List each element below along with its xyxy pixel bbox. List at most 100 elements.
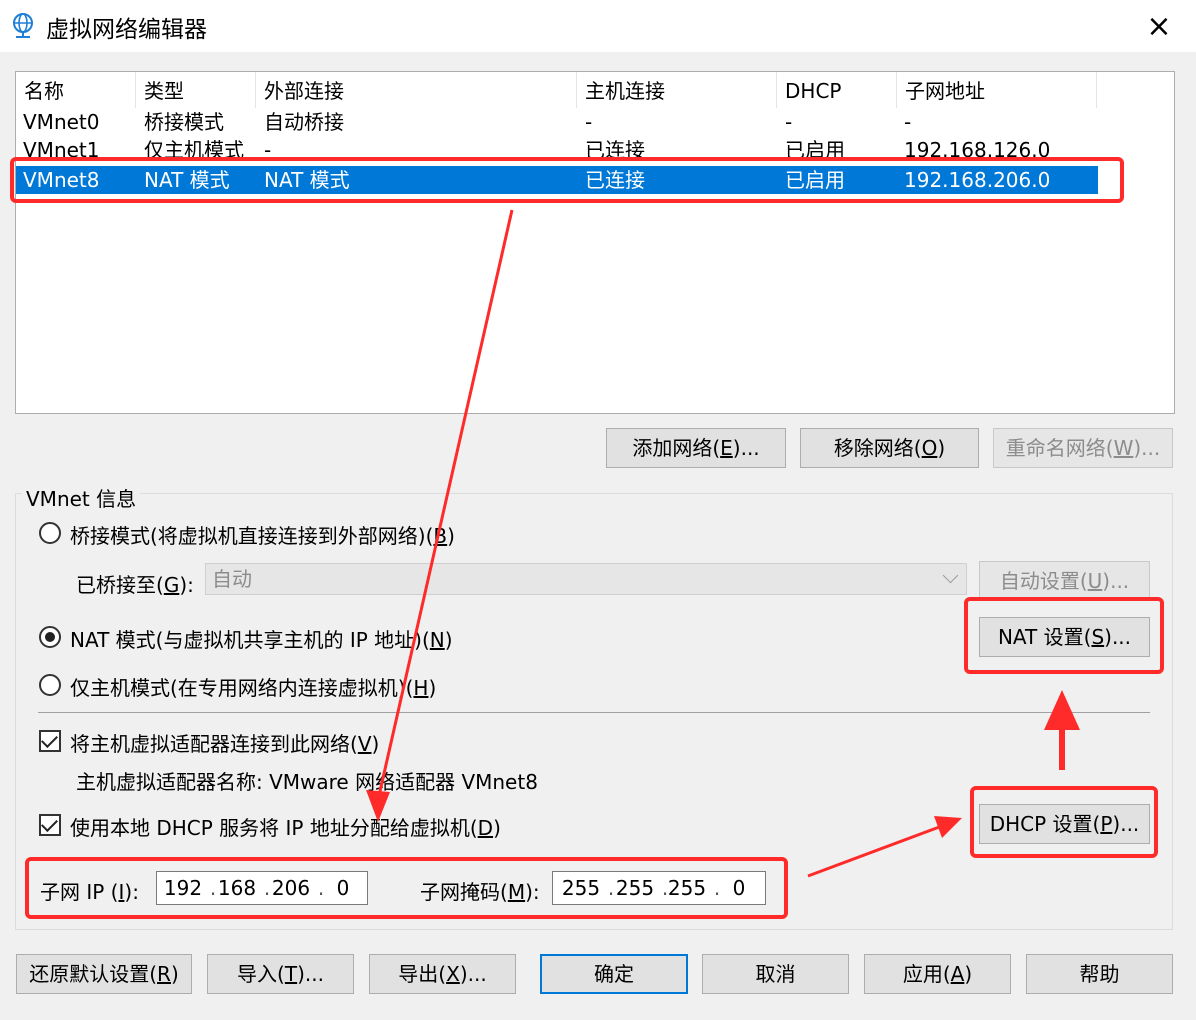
- host-only-radio[interactable]: [39, 674, 61, 696]
- subnet-ip-label: 子网 IP (I):: [40, 876, 139, 905]
- rename-network-button[interactable]: 重命名网络(W)...: [993, 428, 1173, 468]
- access-key: W: [1113, 436, 1134, 460]
- button-text-tail: )...: [732, 436, 760, 460]
- bridged-to-select[interactable]: 自动: [205, 563, 967, 595]
- cell-name: VMnet8: [23, 168, 100, 192]
- button-text-tail: ): [170, 962, 179, 986]
- use-dhcp-checkbox[interactable]: [39, 814, 61, 836]
- column-header-external[interactable]: 外部连接: [256, 72, 577, 108]
- cell-subnet: 192.168.126.0: [904, 138, 1051, 162]
- button-text-tail: )...: [297, 962, 324, 986]
- close-icon[interactable]: ×: [1136, 6, 1182, 46]
- label-tail: ): [493, 816, 501, 840]
- subnet-mask-label: 子网掩码(M):: [420, 876, 540, 905]
- nat-label[interactable]: NAT 模式(与虚拟机共享主机的 IP 地址)(N): [70, 624, 453, 653]
- label-text: 仅主机模式(在专用网络内连接虚拟机)(: [70, 676, 414, 700]
- button-text: 导入(: [237, 962, 285, 986]
- bridged-radio[interactable]: [39, 522, 61, 544]
- cell-host: -: [585, 110, 593, 134]
- column-header-dhcp[interactable]: DHCP: [777, 72, 897, 108]
- subnet-ip-input[interactable]: 192 . 168 . 206 . 0: [156, 871, 368, 905]
- cell-dhcp: 已启用: [785, 168, 845, 192]
- nat-radio[interactable]: [39, 626, 61, 648]
- access-key: A: [950, 962, 965, 986]
- access-key: P: [1100, 812, 1113, 836]
- cell-dhcp: 已启用: [785, 138, 845, 162]
- import-button[interactable]: 导入(T)...: [207, 954, 354, 994]
- ip-octet[interactable]: 255: [611, 872, 659, 904]
- check-icon: [41, 815, 58, 832]
- ip-octet[interactable]: 192: [159, 872, 207, 904]
- table-row[interactable]: VMnet1 仅主机模式 - 已连接 已启用 192.168.126.0: [16, 136, 1098, 164]
- button-text: 添加网络(: [632, 436, 721, 460]
- button-text: 还原默认设置(: [29, 962, 158, 986]
- access-key: R: [157, 962, 171, 986]
- cancel-button[interactable]: 取消: [702, 954, 849, 994]
- network-list[interactable]: 名称 类型 外部连接 主机连接 DHCP 子网地址 VMnet0 桥接模式 自动…: [15, 71, 1175, 414]
- ip-octet[interactable]: 0: [319, 872, 367, 904]
- label-text: 子网掩码(: [420, 880, 508, 904]
- separator: [38, 712, 1150, 713]
- label-tail: ):: [124, 880, 139, 904]
- apply-button[interactable]: 应用(A): [864, 954, 1011, 994]
- bridged-label[interactable]: 桥接模式(将虚拟机直接连接到外部网络)(B): [70, 520, 455, 549]
- label-text: 已桥接至(: [76, 573, 164, 597]
- bridged-to-label: 已桥接至(G):: [76, 569, 194, 598]
- table-row[interactable]: VMnet0 桥接模式 自动桥接 - - -: [16, 108, 1098, 136]
- cell-external: -: [264, 138, 272, 162]
- export-button[interactable]: 导出(X)...: [369, 954, 516, 994]
- connect-adapter-label[interactable]: 将主机虚拟适配器连接到此网络(V): [70, 728, 379, 757]
- label-tail: ): [371, 732, 380, 756]
- cell-external: 自动桥接: [264, 110, 344, 134]
- table-row-selected[interactable]: VMnet8 NAT 模式 NAT 模式 已连接 已启用 192.168.206…: [16, 166, 1098, 194]
- ip-octet[interactable]: 255: [557, 872, 605, 904]
- cell-type: NAT 模式: [144, 168, 230, 192]
- group-label: VMnet 信息: [22, 483, 141, 512]
- access-key: G: [163, 573, 180, 597]
- button-text: 重命名网络(: [1005, 436, 1114, 460]
- host-only-label[interactable]: 仅主机模式(在专用网络内连接虚拟机)(H): [70, 672, 436, 701]
- adapter-name-text: 主机虚拟适配器名称: VMware 网络适配器 VMnet8: [76, 770, 538, 794]
- auto-settings-button[interactable]: 自动设置(U)...: [979, 561, 1150, 601]
- button-text-tail: )...: [1102, 569, 1130, 593]
- column-header-host[interactable]: 主机连接: [577, 72, 777, 108]
- button-text-tail: ): [937, 436, 946, 460]
- subnet-mask-input[interactable]: 255 . 255 . 255 . 0: [552, 871, 766, 905]
- access-key: V: [357, 732, 372, 756]
- ip-octet[interactable]: 168: [213, 872, 261, 904]
- cell-subnet: -: [904, 110, 912, 134]
- button-text: NAT 设置(: [997, 625, 1092, 649]
- selected-value: 自动: [212, 567, 252, 591]
- label-text: 桥接模式(将虚拟机直接连接到外部网络)(: [70, 524, 434, 548]
- cell-name: VMnet1: [23, 138, 100, 162]
- cell-host: 已连接: [585, 138, 645, 162]
- check-icon: [41, 731, 58, 748]
- nat-settings-button[interactable]: NAT 设置(S)...: [979, 617, 1150, 657]
- cell-dhcp: -: [785, 110, 793, 134]
- label-text: 子网 IP (: [40, 880, 119, 904]
- label-tail: ): [444, 628, 453, 652]
- column-header-type[interactable]: 类型: [136, 72, 256, 108]
- ok-button[interactable]: 确定: [540, 954, 688, 994]
- ip-octet[interactable]: 0: [715, 872, 763, 904]
- column-header-subnet[interactable]: 子网地址: [897, 72, 1097, 108]
- button-text-tail: )...: [1112, 812, 1140, 836]
- access-key: U: [1087, 569, 1103, 593]
- help-button[interactable]: 帮助: [1026, 954, 1173, 994]
- access-key: S: [1091, 625, 1105, 649]
- remove-network-button[interactable]: 移除网络(O): [800, 428, 979, 468]
- ip-octet[interactable]: 206: [267, 872, 315, 904]
- dhcp-settings-button[interactable]: DHCP 设置(P)...: [979, 804, 1150, 844]
- access-key: M: [507, 880, 526, 904]
- restore-defaults-button[interactable]: 还原默认设置(R): [16, 954, 192, 994]
- access-key: H: [413, 676, 429, 700]
- ip-octet[interactable]: 255: [663, 872, 711, 904]
- access-key: N: [429, 628, 445, 652]
- add-network-button[interactable]: 添加网络(E)...: [606, 428, 786, 468]
- cell-external: NAT 模式: [264, 168, 350, 192]
- title-bar: 虚拟网络编辑器 ×: [0, 0, 1196, 52]
- connect-adapter-checkbox[interactable]: [39, 730, 61, 752]
- use-dhcp-label[interactable]: 使用本地 DHCP 服务将 IP 地址分配给虚拟机(D): [70, 812, 501, 841]
- access-key: E: [720, 436, 733, 460]
- column-header-name[interactable]: 名称: [16, 72, 136, 108]
